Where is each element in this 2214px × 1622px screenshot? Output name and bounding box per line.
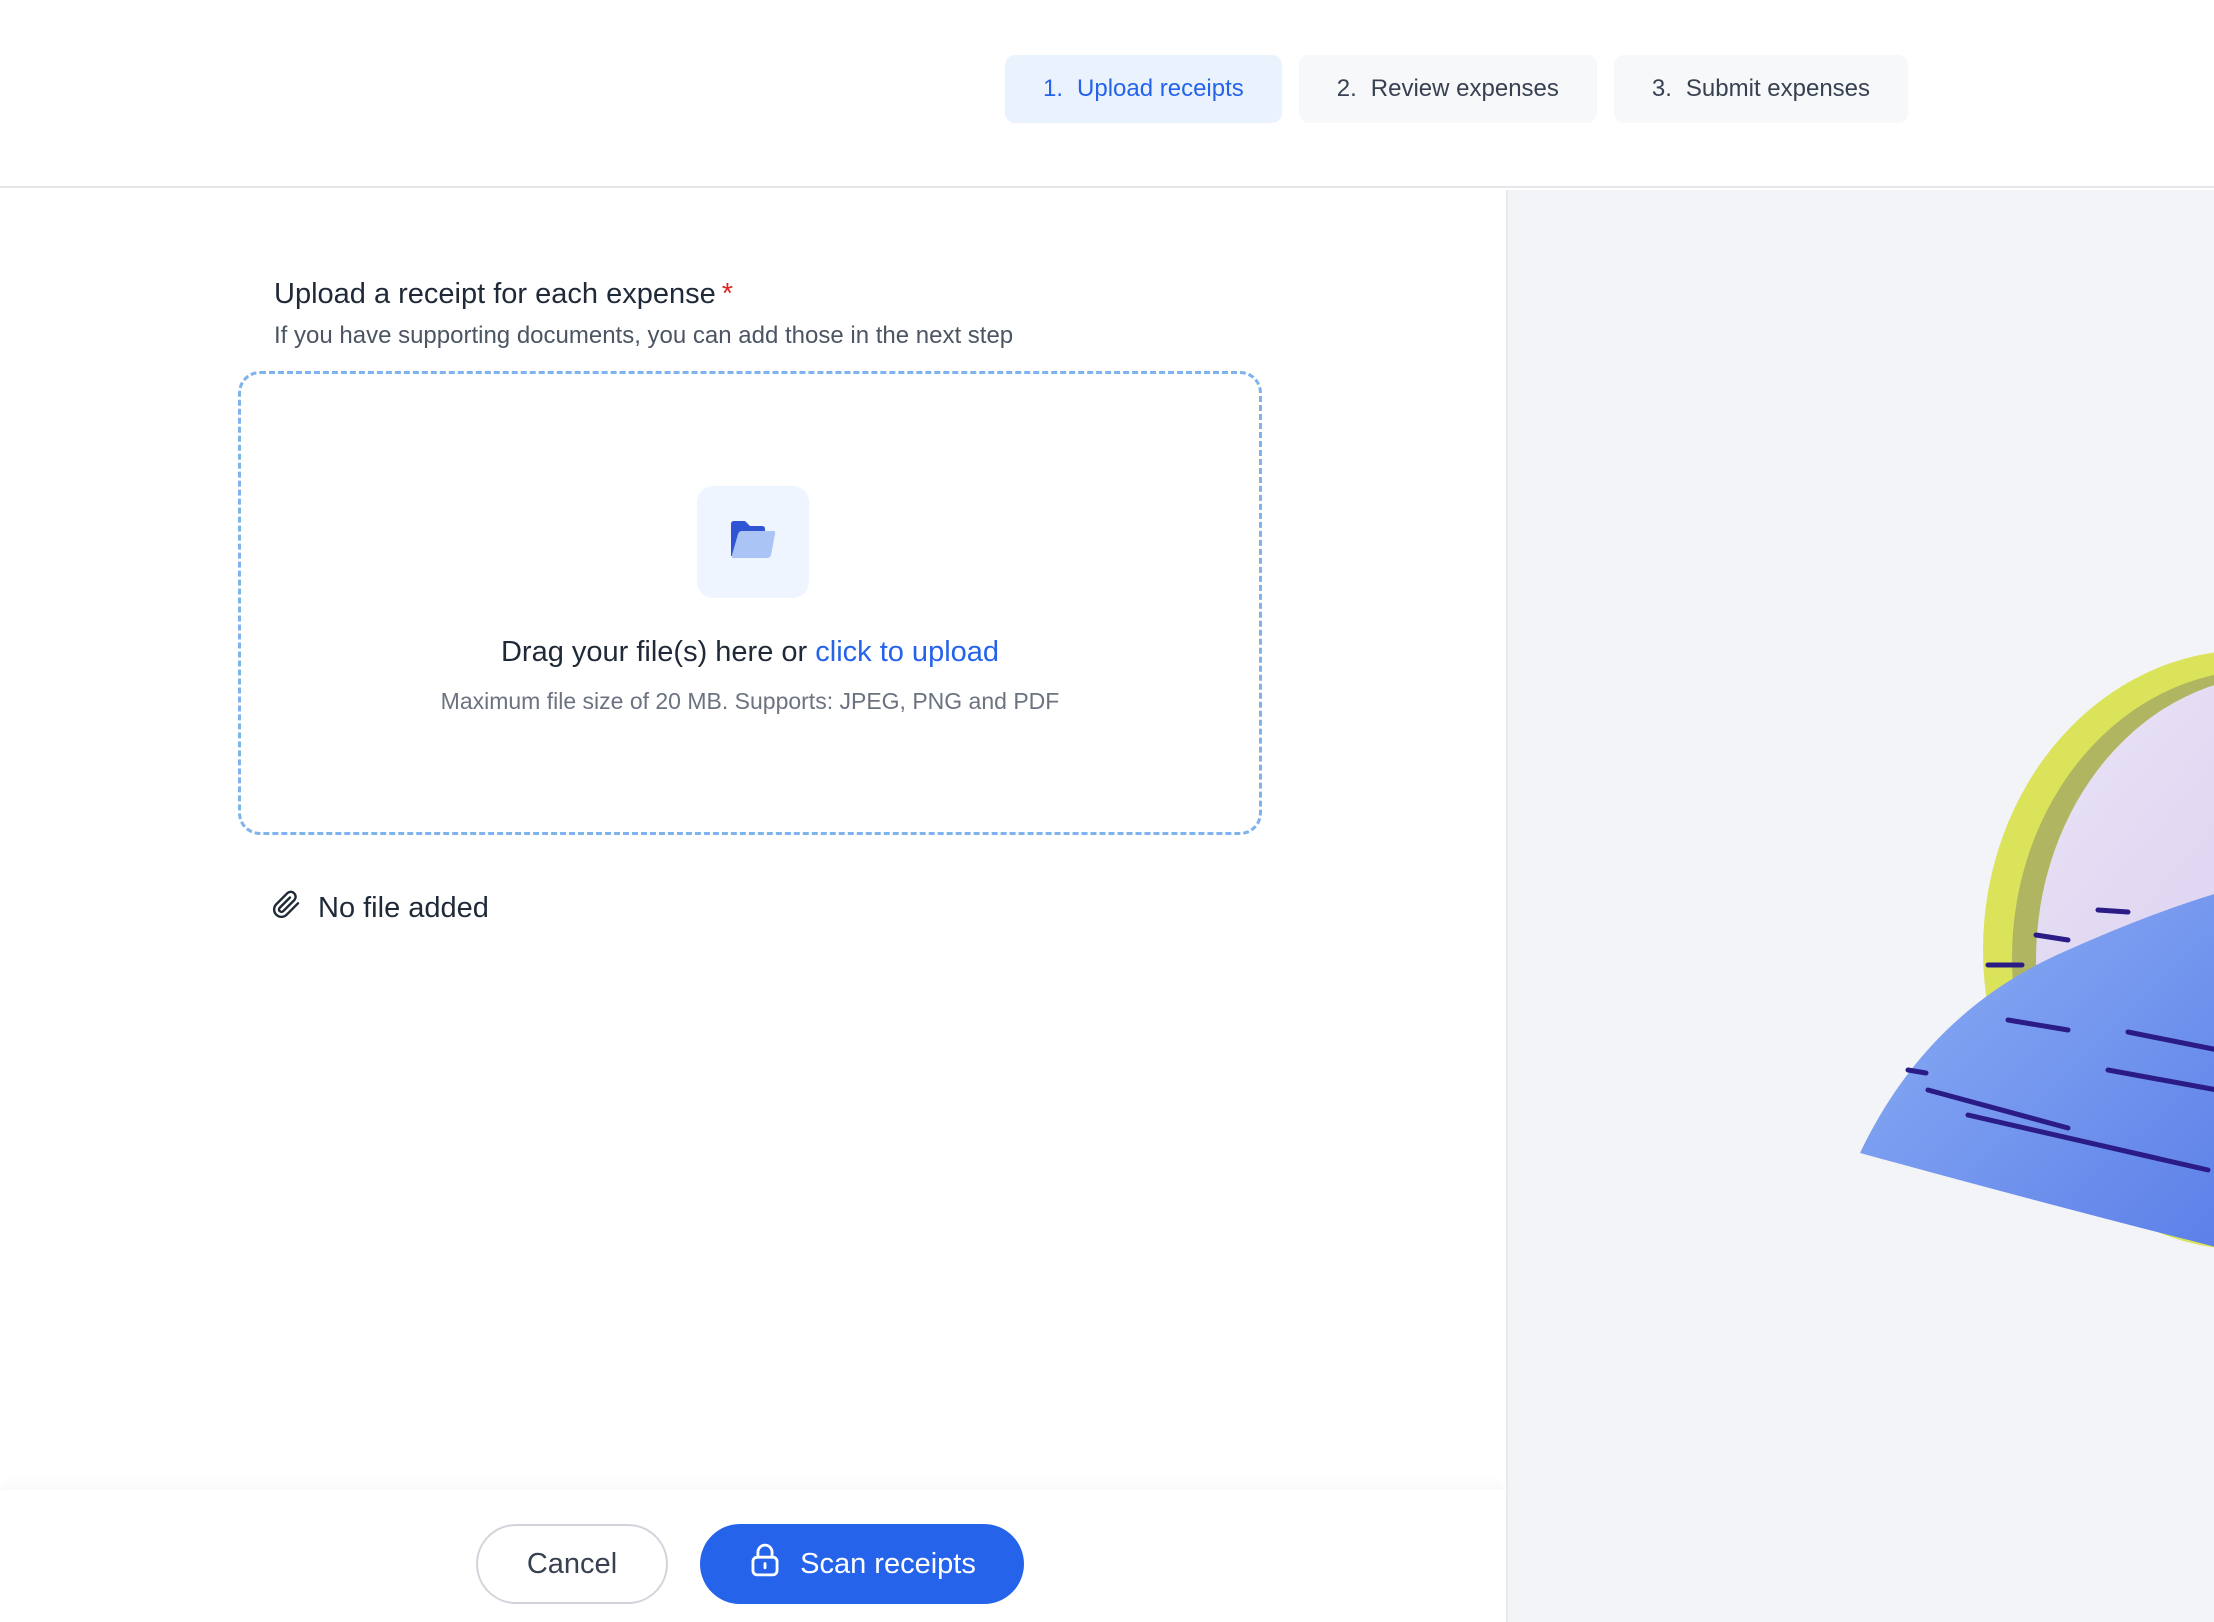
file-dropzone[interactable]: Drag your file(s) here or click to uploa…	[238, 371, 1262, 835]
cancel-button[interactable]: Cancel	[476, 1524, 668, 1604]
folder-tile	[697, 486, 809, 598]
footer-actions: Cancel Scan receipts	[0, 1490, 1506, 1622]
scan-receipts-label: Scan receipts	[800, 1547, 976, 1580]
file-status: No file added	[270, 888, 489, 928]
upload-title-text: Upload a receipt for each expense	[274, 278, 716, 310]
required-mark: *	[721, 278, 734, 310]
step-number: 1.	[1043, 75, 1064, 102]
step-submit-expenses[interactable]: 3. Submit expenses	[1613, 55, 1909, 123]
paperclip-icon	[270, 888, 302, 928]
drop-text: Drag your file(s) here or	[500, 636, 808, 668]
scan-receipts-button[interactable]: Scan receipts	[700, 1524, 1024, 1604]
upload-title: Upload a receipt for each expense *	[274, 278, 733, 311]
step-review-expenses[interactable]: 2. Review expenses	[1298, 55, 1597, 123]
upload-subtitle: If you have supporting documents, you ca…	[274, 322, 1014, 349]
upload-hint: Maximum file size of 20 MB. Supports: JP…	[440, 688, 1060, 714]
lock-icon	[748, 1541, 782, 1587]
stepper: 1. Upload receipts 2. Review expenses 3.…	[1005, 55, 1909, 123]
header: 1. Upload receipts 2. Review expenses 3.…	[0, 0, 2214, 188]
step-label: Upload receipts	[1077, 75, 1244, 102]
file-status-text: No file added	[318, 891, 489, 924]
step-number: 3.	[1651, 75, 1672, 102]
decorative-illustration	[1860, 652, 2214, 1248]
step-label: Submit expenses	[1685, 75, 1871, 102]
drop-instructions: Drag your file(s) here or click to uploa…	[241, 636, 1259, 669]
step-label: Review expenses	[1370, 75, 1559, 102]
main-pane: Upload a receipt for each expense * If yo…	[0, 190, 1506, 1490]
step-number: 2.	[1336, 75, 1357, 102]
step-upload-receipts[interactable]: 1. Upload receipts	[1005, 55, 1282, 123]
click-to-upload-link[interactable]: click to upload	[815, 636, 999, 668]
folder-icon	[729, 520, 777, 565]
illustration-pane	[1506, 190, 2214, 1622]
